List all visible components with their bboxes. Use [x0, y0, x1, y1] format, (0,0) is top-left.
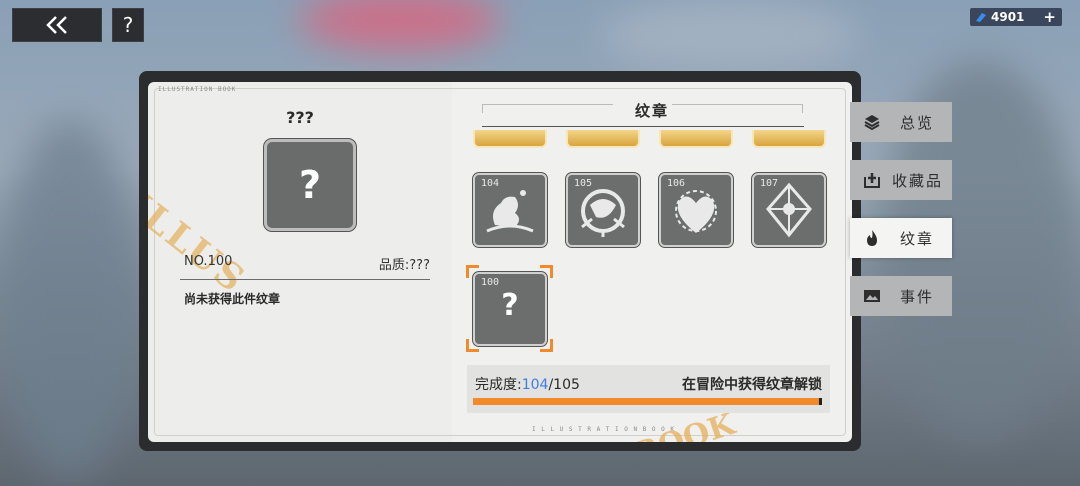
tab-label: 总览	[900, 113, 935, 132]
badge-gold-partial[interactable]	[473, 130, 547, 148]
badge-slot[interactable]: 106	[659, 173, 733, 247]
item-description: 尚未获得此件纹章	[184, 292, 281, 306]
add-currency-button[interactable]: +	[1043, 8, 1056, 26]
progress-text: 完成度:104/105	[475, 374, 580, 394]
background-blob	[0, 120, 140, 480]
badge-slot[interactable]: 104	[473, 173, 547, 247]
unknown-mark: ?	[501, 288, 519, 323]
layers-icon	[862, 112, 882, 132]
currency-amount: 4901	[991, 10, 1025, 24]
badge-number: 105	[574, 178, 593, 189]
badge-slot-selected[interactable]: 100 ?	[473, 272, 547, 346]
flame-icon	[862, 228, 882, 248]
help-label: ?	[122, 13, 134, 37]
tab-label: 事件	[900, 287, 935, 306]
badge-slot[interactable]: 105	[566, 173, 640, 247]
item-placeholder: ?	[264, 139, 356, 231]
tab-overview[interactable]: 总览	[850, 102, 952, 142]
detail-page: ILLUSTRATION BOOK ILLUS ??? ? NO.100 品质:…	[148, 82, 452, 442]
item-name: ???	[286, 108, 314, 127]
unknown-mark: ?	[298, 163, 322, 207]
background-blob	[300, 0, 500, 50]
progress-label: 完成度:	[475, 377, 522, 393]
collection-add-icon	[862, 170, 882, 190]
progress-track	[473, 398, 822, 405]
book-tag: ILLUSTRATION BOOK	[158, 86, 237, 93]
badge-gold-partial[interactable]	[659, 130, 733, 148]
image-icon	[862, 286, 882, 306]
crystal-icon	[976, 13, 986, 22]
tab-badges[interactable]: 纹章	[850, 218, 952, 258]
badge-number: 107	[760, 178, 779, 189]
tab-label: 收藏品	[892, 171, 944, 190]
badge-gold-partial[interactable]	[752, 130, 826, 148]
tab-events[interactable]: 事件	[850, 276, 952, 316]
item-quality: 品质:???	[378, 258, 430, 273]
badge-gold-partial[interactable]	[566, 130, 640, 148]
progress-total: 105	[553, 377, 580, 393]
tab-collectibles[interactable]: 收藏品	[850, 160, 952, 200]
title-underline	[482, 126, 804, 127]
double-chevron-left-icon	[46, 16, 67, 34]
progress-fill	[473, 398, 819, 405]
help-button[interactable]: ?	[112, 8, 144, 42]
unlock-hint: 在冒险中获得纹章解锁	[682, 377, 822, 393]
badge-number: 104	[481, 178, 500, 189]
badge-number: 100	[481, 277, 500, 288]
item-number: NO.100	[184, 254, 233, 269]
badge-number: 106	[667, 178, 686, 189]
currency-display: 4901 +	[970, 8, 1062, 26]
divider	[180, 279, 430, 280]
back-button[interactable]	[12, 8, 102, 42]
progress-footer: 完成度:104/105 在冒险中获得纹章解锁	[467, 365, 830, 413]
progress-current: 104	[521, 377, 549, 393]
badge-slot[interactable]: 107	[752, 173, 826, 247]
background-blob	[600, 0, 860, 70]
tab-label: 纹章	[900, 229, 935, 248]
